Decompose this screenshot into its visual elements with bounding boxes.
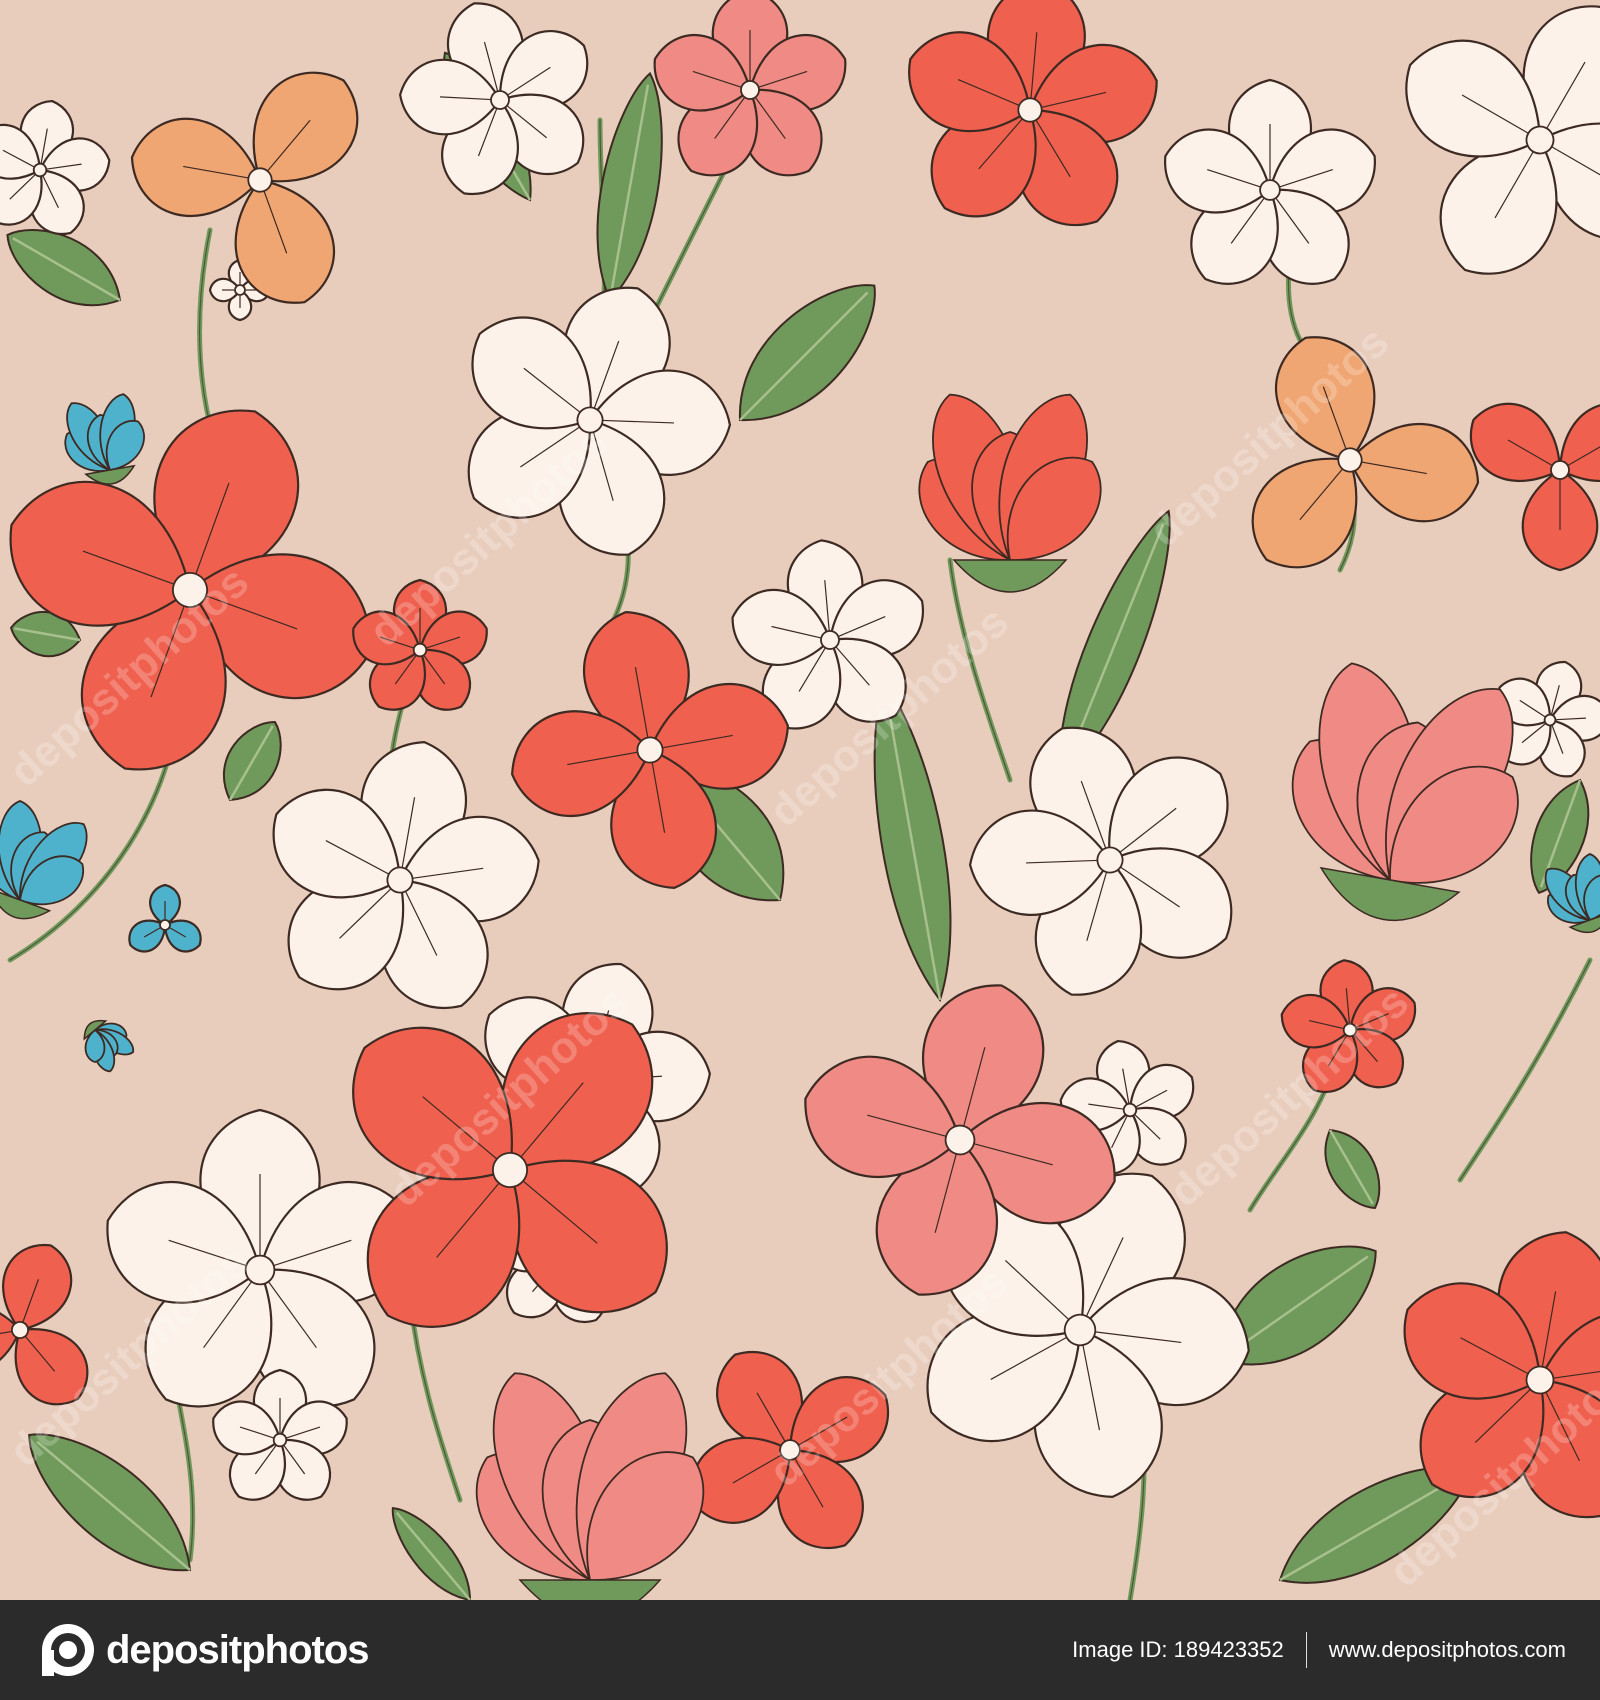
floral-pattern-artwork	[0, 0, 1600, 1600]
brand-logo[interactable]: depositphotos	[40, 1622, 370, 1678]
blue-bud	[0, 800, 88, 920]
stem	[1457, 957, 1593, 1183]
peach-flower	[130, 71, 359, 304]
stem	[947, 557, 1013, 783]
cream-flower	[0, 99, 111, 236]
leaf	[873, 682, 952, 1003]
floral-pattern-svg	[0, 0, 1600, 1600]
coral-bud	[918, 393, 1102, 593]
cream-flower	[399, 2, 589, 196]
site-link[interactable]: www.depositphotos.com	[1329, 1637, 1566, 1663]
blue-bud	[64, 393, 145, 485]
leaf	[28, 1433, 192, 1572]
leaf	[223, 721, 282, 802]
coral-flower	[908, 0, 1158, 227]
blue-flower	[128, 883, 202, 953]
stock-image-preview: depositphotos depositphotos depositphoto…	[0, 0, 1600, 1700]
coral-flower	[1280, 959, 1417, 1093]
depositphotos-logo-icon	[42, 1624, 94, 1676]
salmon-bud	[475, 1372, 705, 1600]
blue-bud	[83, 1019, 135, 1073]
coral-flower	[9, 409, 371, 771]
leaf	[738, 284, 876, 422]
leaf	[596, 71, 663, 302]
brand-name: depositphotos	[106, 1627, 370, 1672]
stem	[407, 1297, 463, 1503]
leaf	[1324, 1128, 1381, 1209]
cream-flower	[1164, 78, 1376, 285]
image-meta: Image ID: 189423352 www.depositphotos.co…	[1072, 1630, 1566, 1670]
cream-flower	[467, 286, 732, 556]
coral-flower	[352, 578, 488, 711]
salmon-flower	[653, 0, 847, 177]
meta-divider	[1305, 1632, 1307, 1668]
image-id: Image ID: 189423352	[1072, 1637, 1284, 1662]
footer-bar: depositphotos Image ID: 189423352 www.de…	[0, 1600, 1600, 1700]
leaf	[391, 1506, 472, 1600]
